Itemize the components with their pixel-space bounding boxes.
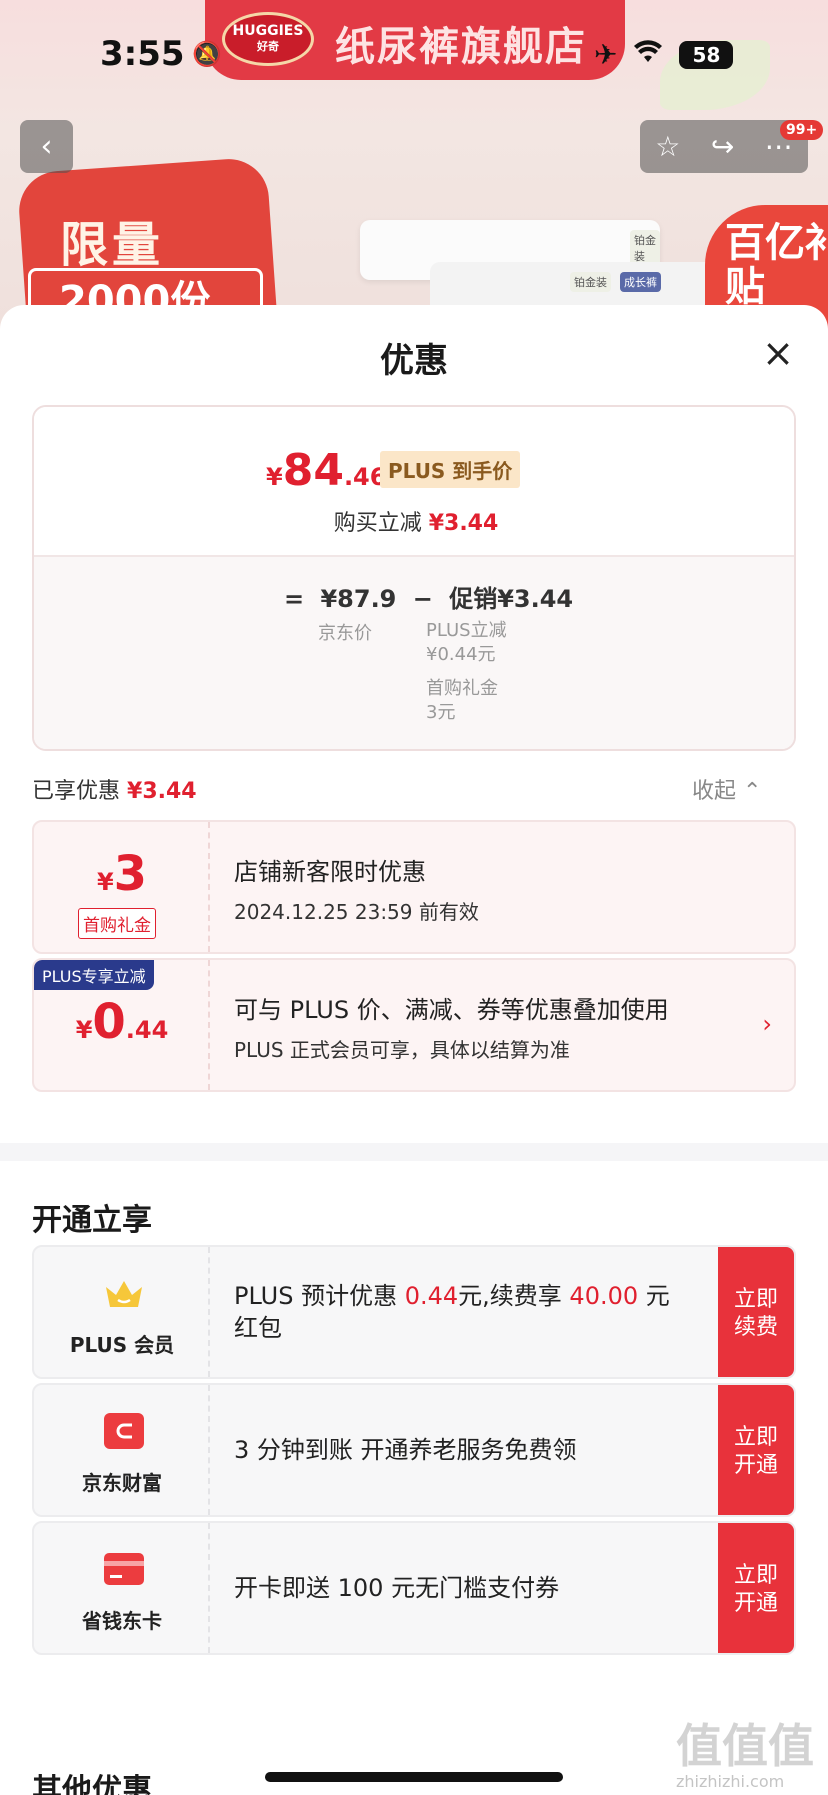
price-breakdown: = ¥87.9 − 促销¥3.44 京东价 PLUS立减 ¥0.44元 首购礼金… (34, 555, 794, 749)
discount-sheet: 优惠 × ¥84.46 PLUS 到手价 购买立减 ¥3.44 = ¥87.9 … (0, 305, 828, 1795)
sheet-title: 优惠 (380, 341, 448, 381)
pack-tag: 成长裤 (620, 272, 661, 292)
promo-breakdown: PLUS立减 ¥0.44元 首购礼金 3元 (426, 620, 507, 723)
jd-price-label: 京东价 (318, 623, 372, 644)
coupon-title: 店铺新客限时优惠 (234, 858, 426, 886)
open-card-jd-finance: 京东财富 3 分钟到账 开通养老服务免费领 立即开通 (32, 1383, 796, 1517)
status-icons: ✈ 58 (594, 38, 734, 71)
card-name: 京东财富 (82, 1471, 162, 1495)
other-section-title: 其他优惠 (32, 1773, 152, 1795)
coupon-plus-reduce[interactable]: PLUS专享立减 ¥0.44 可与 PLUS 价、满减、券等优惠叠加使用 PLU… (32, 958, 796, 1092)
brand-logo: HUGGIES 好奇 (222, 12, 314, 66)
watermark-url: zhizhizhi.com (676, 1772, 785, 1791)
card-name: PLUS 会员 (69, 1333, 175, 1357)
card-name: 省钱东卡 (82, 1609, 162, 1633)
coupon-tag: 首购礼金 (78, 908, 156, 939)
crown-icon (106, 1281, 142, 1307)
status-time: 3:55 (100, 34, 185, 74)
open-section-title: 开通立享 (32, 1203, 152, 1238)
back-button[interactable]: ‹ (20, 120, 73, 173)
store-name: 纸尿裤旗舰店 (335, 24, 587, 70)
open-card-plus: PLUS 会员 PLUS 预计优惠 0.44元,续费享 40.00 元红包 立即… (32, 1245, 796, 1379)
open-button[interactable]: 立即开通 (718, 1385, 794, 1515)
reduce-line: 购买立减 ¥3.44 (333, 511, 499, 536)
coupon-first-purchase[interactable]: ¥3 首购礼金 店铺新客限时优惠 2024.12.25 23:59 前有效 (32, 820, 796, 954)
chevron-up-icon: ⌃ (743, 779, 762, 804)
enjoyed-discount: 已享优惠 ¥3.44 (32, 779, 197, 804)
card-text: PLUS 预计优惠 0.44元,续费享 40.00 元红包 (234, 1282, 670, 1342)
plus-ribbon: PLUS专享立减 (34, 960, 154, 990)
chevron-right-icon: › (762, 1010, 772, 1038)
wifi-icon (633, 38, 663, 71)
battery-icon: 58 (679, 40, 734, 69)
coupon-value: ¥3 (96, 846, 148, 902)
message-badge: 99+ (780, 120, 824, 140)
card-text: 开卡即送 100 元无门槛支付券 (234, 1574, 560, 1602)
price-summary-card: ¥84.46 PLUS 到手价 购买立减 ¥3.44 = ¥87.9 − 促销¥… (32, 405, 796, 751)
silent-bell-icon: 🔕 (192, 40, 222, 68)
pack-tag: 铂金装 (630, 230, 660, 266)
card-text: 3 分钟到账 开通养老服务免费领 (234, 1436, 577, 1464)
plus-price-tag: PLUS 到手价 (380, 451, 521, 488)
card-icon (104, 1553, 144, 1585)
final-price: ¥84.46 (266, 445, 387, 496)
chevron-left-icon: ‹ (40, 129, 53, 164)
wallet-icon (104, 1413, 144, 1449)
coupon-value: ¥0.44 (75, 994, 169, 1050)
share-icon[interactable]: ↪ (711, 130, 734, 163)
collapse-button[interactable]: 收起 ⌃ (692, 773, 761, 805)
open-button[interactable]: 立即开通 (718, 1523, 794, 1653)
pack-tag: 铂金装 (570, 272, 611, 292)
coupon-validity: 2024.12.25 23:59 前有效 (234, 900, 479, 924)
watermark: 值值值 (676, 1719, 814, 1773)
star-icon[interactable]: ☆ (655, 130, 680, 163)
price-formula: = ¥87.9 − 促销¥3.44 (284, 585, 574, 613)
coupon-title: 可与 PLUS 价、满减、券等优惠叠加使用 (234, 996, 669, 1024)
section-divider (0, 1143, 828, 1161)
coupon-note: PLUS 正式会员可享，具体以结算为准 (234, 1038, 570, 1062)
renew-button[interactable]: 立即续费 (718, 1247, 794, 1377)
limit-label: 限量 (60, 217, 165, 273)
home-indicator[interactable] (265, 1772, 563, 1782)
airplane-icon: ✈ (594, 38, 618, 71)
close-icon[interactable]: × (758, 333, 798, 373)
open-card-saving-card: 省钱东卡 开卡即送 100 元无门槛支付券 立即开通 (32, 1521, 796, 1655)
